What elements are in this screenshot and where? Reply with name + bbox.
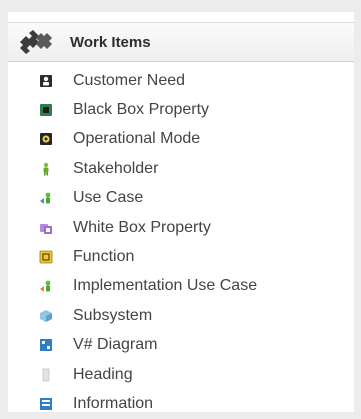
- heading-icon: [42, 368, 50, 381]
- work-item-white-box-property[interactable]: White Box Property: [8, 213, 354, 242]
- work-item-list: Customer Need Black Box Property Operati…: [8, 66, 354, 419]
- work-item-heading[interactable]: Heading: [8, 360, 354, 389]
- use-case-icon: [40, 192, 51, 205]
- work-item-label: Customer Need: [73, 71, 186, 89]
- stakeholder-icon: [43, 162, 49, 176]
- black-box-property-icon: [40, 104, 52, 117]
- implementation-use-case-icon: [40, 281, 51, 293]
- work-item-black-box-property[interactable]: Black Box Property: [8, 95, 354, 124]
- work-item-use-case[interactable]: Use Case: [8, 184, 354, 213]
- work-item-stakeholder[interactable]: Stakeholder: [8, 154, 354, 183]
- customer-need-icon: [40, 74, 52, 87]
- work-item-label: Use Case: [73, 189, 144, 207]
- work-items-title: Work Items: [70, 33, 151, 51]
- work-item-implementation-use-case[interactable]: Implementation Use Case: [8, 272, 354, 301]
- work-item-label: Subsystem: [73, 306, 153, 324]
- work-item-label: White Box Property: [73, 218, 211, 236]
- work-item-information[interactable]: Information: [8, 389, 354, 418]
- work-item-label: Information: [73, 394, 154, 412]
- information-icon: [40, 397, 52, 410]
- puzzle-pieces-icon: [20, 30, 52, 54]
- work-item-function[interactable]: Function: [8, 242, 354, 271]
- work-item-label: Implementation Use Case: [73, 277, 258, 295]
- work-item-subsystem[interactable]: Subsystem: [8, 301, 354, 330]
- work-items-panel: Work Items Customer Need Black Box Prope…: [8, 12, 354, 412]
- work-item-operational-mode[interactable]: Operational Mode: [8, 125, 354, 154]
- work-items-header[interactable]: Work Items: [8, 22, 354, 62]
- work-item-label: Operational Mode: [73, 130, 201, 148]
- function-icon: [39, 250, 53, 264]
- work-item-v-diagram[interactable]: V# Diagram: [8, 331, 354, 360]
- white-box-property-icon: [40, 223, 52, 234]
- work-item-label: Stakeholder: [73, 159, 159, 177]
- work-item-label: Heading: [73, 365, 133, 383]
- work-item-label: Black Box Property: [73, 101, 210, 119]
- work-item-customer-need[interactable]: Customer Need: [8, 66, 354, 95]
- subsystem-icon: [40, 309, 52, 322]
- work-item-label: Function: [73, 248, 135, 266]
- work-item-label: V# Diagram: [73, 336, 158, 354]
- v-diagram-icon: [40, 339, 52, 352]
- operational-mode-icon: [40, 133, 52, 146]
